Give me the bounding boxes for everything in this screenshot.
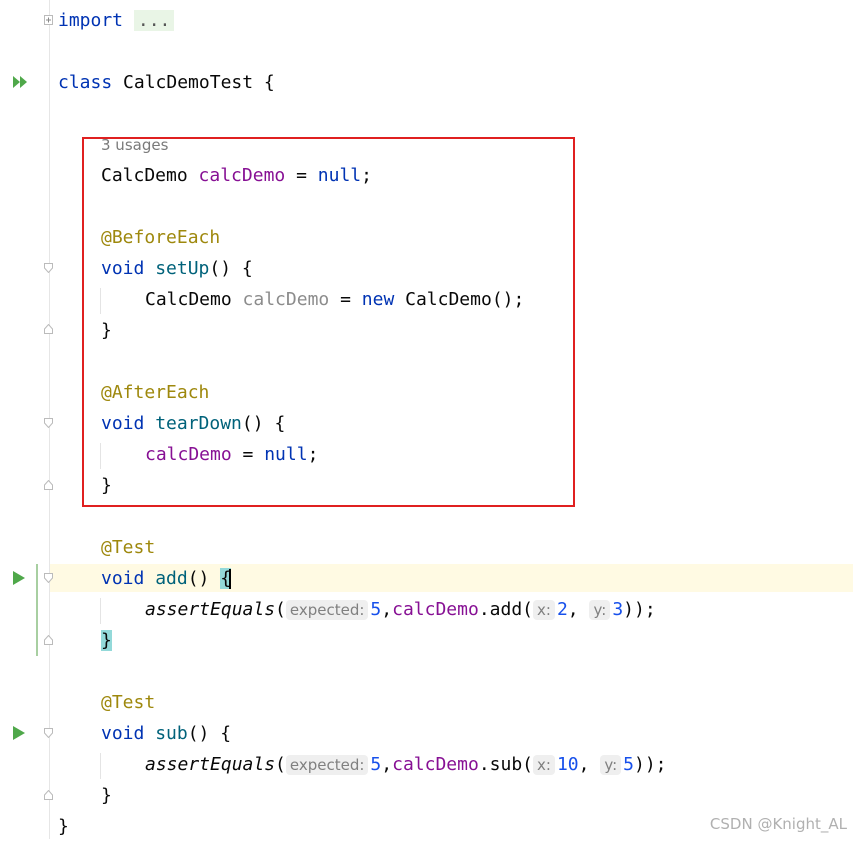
expected-param-hint: expected: — [285, 755, 369, 775]
code-editor[interactable]: import ... class CalcDemoTest { 3 usages… — [0, 0, 853, 839]
code-line-add-close[interactable]: } — [101, 627, 112, 655]
call-close: )); — [634, 754, 667, 775]
y-value: 5 — [623, 754, 634, 775]
class-name: CalcDemoTest — [123, 72, 254, 93]
vcs-change-marker — [36, 564, 38, 656]
expected-value: 5 — [370, 599, 382, 620]
code-line-add-decl[interactable]: void add() { — [101, 565, 232, 593]
code-line-import[interactable]: import ... — [58, 7, 175, 35]
x-value: 10 — [556, 754, 579, 775]
class-open-brace: { — [263, 72, 275, 93]
code-line-sub-body[interactable]: assertEquals(expected: 5,calcDemo.sub(x: 1… — [145, 751, 667, 779]
y-param-hint: y: — [600, 755, 622, 775]
fold-import-icon[interactable] — [44, 15, 53, 25]
test-annotation-sub[interactable]: @Test — [101, 689, 155, 717]
sub-call: .sub( — [478, 754, 533, 775]
expected-value: 5 — [370, 754, 382, 775]
assert-equals-call: assertEquals — [145, 754, 276, 775]
void-keyword: void — [101, 723, 145, 744]
fold-add-start-icon[interactable] — [44, 573, 53, 583]
indent-guide — [100, 753, 101, 779]
x-value: 2 — [556, 599, 568, 620]
y-value: 3 — [612, 599, 624, 620]
fold-sub-end-icon[interactable] — [44, 790, 53, 800]
x-param-hint: x: — [533, 600, 555, 620]
fold-sub-start-icon[interactable] — [44, 728, 53, 738]
add-method-name: add — [155, 568, 188, 589]
run-test-add-icon[interactable] — [12, 570, 26, 590]
fold-setup-start-icon[interactable] — [44, 263, 53, 273]
open-brace: { — [220, 723, 232, 744]
call-close: )); — [623, 599, 656, 620]
expected-param-hint: expected: — [285, 600, 369, 620]
code-line-sub-close[interactable]: } — [101, 782, 112, 810]
import-keyword: import — [58, 10, 124, 31]
fold-add-end-icon[interactable] — [44, 635, 53, 645]
void-keyword: void — [101, 568, 145, 589]
run-test-sub-icon[interactable] — [12, 725, 26, 745]
parens: () — [187, 723, 210, 744]
code-line-add-body[interactable]: assertEquals(expected: 5,calcDemo.add(x: 2… — [145, 596, 656, 624]
highlight-rectangle — [82, 137, 575, 507]
assert-equals-call: assertEquals — [145, 599, 276, 620]
fold-teardown-end-icon[interactable] — [44, 480, 53, 490]
field-ref: calcDemo — [392, 599, 479, 620]
run-class-tests-icon[interactable] — [12, 74, 30, 94]
sub-method-name: sub — [155, 723, 188, 744]
watermark: CSDN @Knight_AL — [709, 815, 847, 833]
x-param-hint: x: — [533, 755, 555, 775]
y-param-hint: y: — [589, 600, 611, 620]
code-line-class-close[interactable]: } — [58, 813, 69, 841]
import-fold-placeholder[interactable]: ... — [133, 10, 175, 31]
editor-gutter — [0, 0, 50, 839]
code-line-class[interactable]: class CalcDemoTest { — [58, 69, 275, 97]
text-caret — [229, 569, 232, 589]
class-keyword: class — [58, 72, 113, 93]
indent-guide — [100, 598, 101, 624]
matched-close-brace: } — [101, 630, 112, 651]
field-ref: calcDemo — [392, 754, 479, 775]
add-call: .add( — [478, 599, 533, 620]
code-line-sub-decl[interactable]: void sub() { — [101, 720, 231, 748]
test-annotation-add[interactable]: @Test — [101, 534, 155, 562]
parens: () — [187, 568, 210, 589]
fold-setup-end-icon[interactable] — [44, 324, 53, 334]
fold-teardown-start-icon[interactable] — [44, 418, 53, 428]
